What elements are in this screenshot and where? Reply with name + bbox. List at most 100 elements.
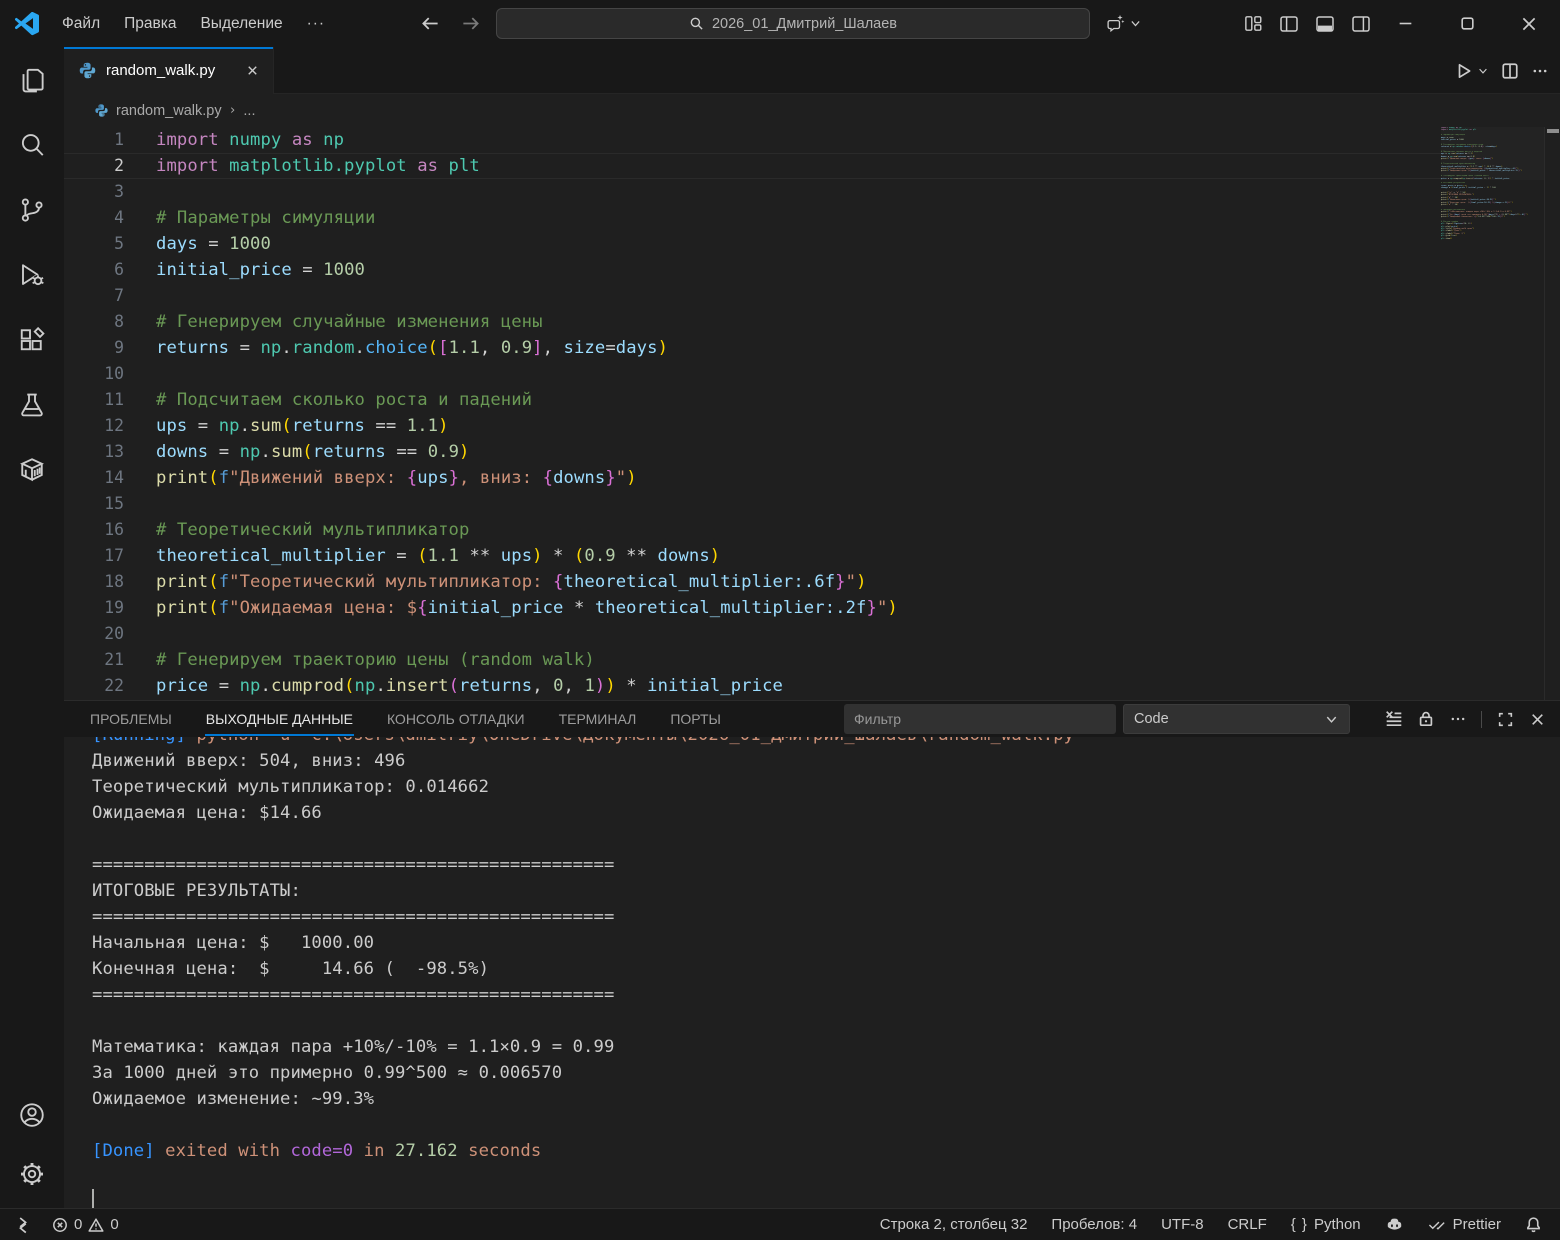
code-content: import numpy as npimport matplotlib.pypl… (156, 127, 898, 699)
search-icon (689, 16, 704, 31)
status-right: Строка 2, столбец 32 Пробелов: 4 UTF-8 C… (868, 1212, 1554, 1238)
panel-tab-консоль-отладки[interactable]: КОНСОЛЬ ОТЛАДКИ (370, 701, 542, 737)
output-line: Движений вверх: 504, вниз: 496 (92, 748, 1085, 774)
menu-selection[interactable]: Выделение (188, 10, 294, 38)
panel-tab-терминал[interactable]: ТЕРМИНАЛ (542, 701, 654, 737)
forward-arrow-icon[interactable] (455, 9, 485, 39)
encoding[interactable]: UTF-8 (1149, 1212, 1216, 1238)
code-line: print(f"Теоретический мультипликатор: {t… (156, 569, 898, 595)
code-line: import matplotlib.pyplot as plt (156, 153, 898, 179)
editor-more-actions-button[interactable] (1528, 56, 1552, 86)
menu-file[interactable]: Файл (50, 10, 112, 38)
language-mode[interactable]: { } Python (1279, 1212, 1373, 1238)
back-arrow-icon[interactable] (415, 9, 445, 39)
status-left: 0 0 (6, 1212, 131, 1238)
containers-icon[interactable] (8, 445, 56, 494)
code-editor[interactable]: 12345678910111213141516171819202122 impo… (64, 127, 1560, 700)
code-line: print(f"Движений вверх: {ups}, вниз: {do… (156, 465, 898, 491)
menu-edit[interactable]: Правка (112, 10, 188, 38)
output-line (92, 826, 1085, 852)
run-python-file-button[interactable] (1452, 56, 1492, 86)
panel-tab-выходные-данные[interactable]: ВЫХОДНЫЕ ДАННЫЕ (189, 701, 370, 737)
output-view[interactable]: [Running] python -u "c:\Users\dmitriy\On… (64, 737, 1560, 1208)
code-line: days = 1000 (156, 231, 898, 257)
minimap-line: plt.show() (1441, 238, 1544, 240)
run-and-debug-icon[interactable] (8, 250, 56, 299)
code-line: import numpy as np (156, 127, 898, 153)
maximize-button[interactable] (1436, 0, 1498, 47)
panel-header: ПРОБЛЕМЫВЫХОДНЫЕ ДАННЫЕКОНСОЛЬ ОТЛАДКИТЕ… (64, 701, 1560, 737)
line-number: 15 (64, 491, 124, 517)
panel-tab-порты[interactable]: ПОРТЫ (653, 701, 738, 737)
python-file-icon-small (94, 103, 109, 118)
copilot-status[interactable] (1373, 1212, 1416, 1238)
line-number: 4 (64, 205, 124, 231)
warning-count: 0 (110, 1216, 118, 1233)
menu-more[interactable]: ··· (295, 10, 338, 38)
close-panel-button[interactable] (1525, 707, 1550, 732)
code-line: # Подсчитаем сколько роста и падений (156, 387, 898, 413)
testing-icon[interactable] (8, 380, 56, 429)
code-line: # Генерируем траекторию цены (random wal… (156, 647, 898, 673)
account-icon[interactable] (8, 1090, 56, 1139)
output-cursor (92, 1189, 94, 1208)
remote-icon (14, 1216, 32, 1234)
cursor-position[interactable]: Строка 2, столбец 32 (868, 1212, 1040, 1238)
toggle-primary-sidebar-icon[interactable] (1278, 13, 1300, 35)
breadcrumb-chevron-icon: › (229, 103, 237, 118)
output-line: Ожидаемая цена: $14.66 (92, 800, 1085, 826)
line-numbers-gutter: 12345678910111213141516171819202122 (64, 127, 124, 699)
toggle-panel-icon[interactable] (1314, 13, 1336, 35)
maximize-panel-button[interactable] (1493, 707, 1518, 732)
code-line: returns = np.random.choice([1.1, 0.9], s… (156, 335, 898, 361)
code-line: # Теоретический мультипликатор (156, 517, 898, 543)
customize-layout-icon[interactable] (1242, 13, 1264, 35)
panel-more-actions-button[interactable] (1445, 707, 1470, 732)
eol-sequence[interactable]: CRLF (1216, 1212, 1279, 1238)
close-window-button[interactable] (1498, 0, 1560, 47)
lock-scroll-button[interactable] (1413, 707, 1438, 732)
output-line: За 1000 дней это примерно 0.99^500 ≈ 0.0… (92, 1060, 1085, 1086)
code-line (156, 361, 898, 387)
tab-random-walk[interactable]: random_walk.py (64, 47, 274, 94)
split-editor-button[interactable] (1498, 56, 1522, 86)
output-line: [Running] python -u "c:\Users\dmitriy\On… (92, 737, 1085, 748)
run-dropdown-icon[interactable] (1477, 65, 1489, 77)
copilot-icon (1385, 1215, 1404, 1234)
error-icon (52, 1217, 68, 1233)
remote-indicator[interactable] (6, 1212, 40, 1238)
extensions-icon[interactable] (8, 315, 56, 364)
minimize-button[interactable] (1374, 0, 1436, 47)
minimap[interactable]: import numpy as npimport matplotlib.pypl… (1441, 127, 1544, 700)
prettier-status[interactable]: Prettier (1416, 1212, 1513, 1238)
command-center-search[interactable]: 2026_01_Дмитрий_Шалаев (496, 8, 1090, 39)
breadcrumb-symbol[interactable]: ... (243, 103, 255, 119)
output-filter-input[interactable]: Фильтр (844, 704, 1116, 734)
indentation[interactable]: Пробелов: 4 (1039, 1212, 1149, 1238)
overview-ruler-border (1544, 127, 1545, 700)
panel-tabs: ПРОБЛЕМЫВЫХОДНЫЕ ДАННЫЕКОНСОЛЬ ОТЛАДКИТЕ… (64, 701, 738, 737)
output-channel-select[interactable]: Code (1123, 704, 1350, 734)
overview-ruler-cursor-mark (1547, 129, 1559, 133)
notifications-bell[interactable] (1513, 1212, 1554, 1238)
output-line: Математика: каждая пара +10%/-10% = 1.1×… (92, 1034, 1085, 1060)
settings-gear-icon[interactable] (8, 1149, 56, 1198)
minimap-slider[interactable] (1441, 127, 1544, 180)
tab-close-icon[interactable] (241, 60, 263, 82)
output-line (92, 1008, 1085, 1034)
clear-output-button[interactable] (1381, 707, 1406, 732)
panel-tab-проблемы[interactable]: ПРОБЛЕМЫ (73, 701, 189, 737)
output-channel-value: Code (1134, 711, 1169, 727)
select-chevron-icon (1324, 712, 1339, 727)
search-view-icon[interactable] (8, 120, 56, 169)
copilot-chat-button[interactable] (1098, 8, 1148, 39)
output-line: [Done] exited with code=0 in 27.162 seco… (92, 1138, 1085, 1164)
explorer-icon[interactable] (8, 55, 56, 104)
breadcrumb-file[interactable]: random_walk.py (116, 103, 222, 119)
menu-bar: Файл Правка Выделение ··· (50, 0, 337, 47)
history-nav (415, 0, 485, 47)
source-control-icon[interactable] (8, 185, 56, 234)
toggle-secondary-sidebar-icon[interactable] (1350, 13, 1372, 35)
problems-indicator[interactable]: 0 0 (40, 1212, 131, 1238)
workspace-title: 2026_01_Дмитрий_Шалаев (712, 16, 897, 32)
